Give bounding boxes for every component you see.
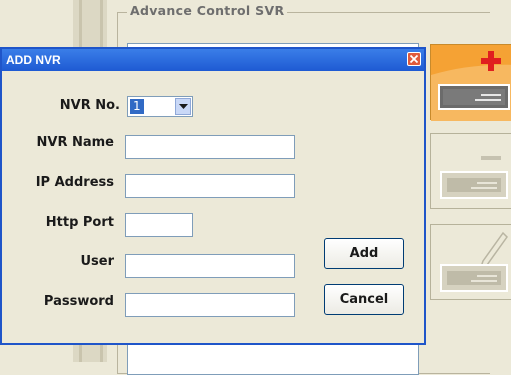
nvr-no-select[interactable]: 1 xyxy=(127,96,193,117)
edit-nvr-button[interactable] xyxy=(430,224,511,300)
close-button[interactable] xyxy=(407,52,421,66)
group-title: Advance Control SVR xyxy=(127,3,288,18)
nvr-remove-icon xyxy=(440,156,508,199)
password-label: Password xyxy=(43,294,114,309)
nvr-add-icon xyxy=(431,51,511,121)
add-nvr-dialog: ADD NVR NVR No. 1 NVR Name IP Address Ht… xyxy=(0,47,426,345)
nvr-edit-icon xyxy=(440,231,508,292)
nvr-no-label: NVR No. xyxy=(59,98,120,113)
dialog-titlebar[interactable]: ADD NVR xyxy=(2,49,424,71)
http-port-label: Http Port xyxy=(45,215,114,230)
add-button[interactable]: Add xyxy=(324,238,404,269)
remove-nvr-button[interactable] xyxy=(430,133,511,209)
dialog-title: ADD NVR xyxy=(6,53,61,67)
chevron-down-icon xyxy=(179,104,188,109)
user-label: User xyxy=(80,254,114,269)
nvr-name-field[interactable] xyxy=(125,135,295,159)
close-icon xyxy=(409,54,419,64)
password-field[interactable] xyxy=(125,293,295,317)
nvr-name-label: NVR Name xyxy=(36,135,115,150)
dropdown-arrow-button[interactable] xyxy=(175,98,191,115)
cancel-button[interactable]: Cancel xyxy=(324,284,404,315)
ip-address-label: IP Address xyxy=(35,175,114,190)
http-port-field[interactable] xyxy=(125,213,193,237)
ip-address-field[interactable] xyxy=(125,174,295,198)
add-nvr-button[interactable] xyxy=(430,44,511,121)
nvr-no-value: 1 xyxy=(130,99,144,114)
user-field[interactable] xyxy=(125,254,295,278)
